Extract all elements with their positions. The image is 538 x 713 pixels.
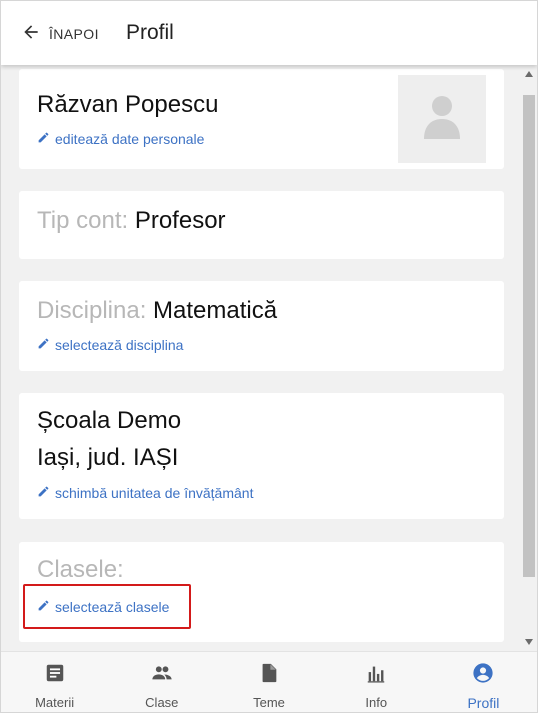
page-title: Profil (126, 21, 174, 44)
arrow-left-icon (21, 22, 41, 47)
select-classes-label: selectează clasele (55, 599, 170, 615)
personal-card: Răzvan Popescu editează date personale (19, 69, 504, 169)
bottom-nav: Materii Clase Teme Info Profil (1, 651, 537, 712)
scroll-up-arrow-icon[interactable] (525, 71, 533, 77)
pencil-icon (37, 337, 55, 353)
back-button[interactable]: ÎNAPOI (21, 21, 99, 47)
user-name: Răzvan Popescu (37, 91, 219, 118)
select-discipline-link[interactable]: selectează disciplina (37, 337, 183, 353)
discipline-value: Matematică (153, 297, 278, 324)
discipline-card: Disciplina: Matematică selectează discip… (19, 281, 504, 371)
school-location: Iași, jud. IAȘI (37, 444, 179, 471)
nav-label: Clase (145, 695, 179, 710)
discipline-label: Disciplina: (37, 297, 147, 324)
app-frame: ÎNAPOI Profil Răzvan Popescu editează da… (0, 0, 538, 713)
scrollbar-thumb[interactable] (523, 95, 535, 577)
edit-personal-link[interactable]: editează date personale (37, 131, 204, 147)
change-school-link[interactable]: schimbă unitatea de învățământ (37, 485, 253, 501)
avatar[interactable] (398, 75, 486, 163)
nav-item-clase[interactable]: Clase (108, 652, 215, 712)
back-label: ÎNAPOI (49, 26, 99, 42)
school-card: Școala Demo Iași, jud. IAȘI schimbă unit… (19, 393, 504, 519)
profile-content[interactable]: Răzvan Popescu editează date personale T… (1, 65, 537, 651)
nav-label: Teme (253, 695, 285, 710)
account-type: Tip cont: Profesor (37, 207, 226, 235)
school-name: Școala Demo (37, 407, 182, 434)
nav-label: Profil (467, 695, 500, 711)
change-school-label: schimbă unitatea de învățământ (55, 485, 254, 501)
nav-label: Materii (35, 695, 75, 710)
discipline: Disciplina: Matematică (37, 297, 277, 325)
nav-item-teme[interactable]: Teme (215, 652, 322, 712)
pencil-icon (37, 599, 55, 615)
account-type-label: Tip cont: (37, 207, 129, 234)
scrollbar[interactable] (521, 65, 537, 651)
scroll-down-arrow-icon[interactable] (525, 639, 533, 645)
select-discipline-label: selectează disciplina (55, 337, 184, 353)
nav-item-info[interactable]: Info (323, 652, 430, 712)
select-classes-link[interactable]: selectează clasele (37, 599, 169, 615)
people-icon (151, 662, 173, 689)
edit-personal-label: editează date personale (55, 131, 205, 147)
pencil-icon (37, 131, 55, 147)
bar-chart-icon (365, 662, 387, 689)
app-header: ÎNAPOI Profil (1, 1, 537, 65)
book-icon (44, 662, 66, 689)
account-type-value: Profesor (134, 207, 226, 234)
classes-label: Clasele: (37, 556, 124, 583)
classes-card: Clasele: selectează clasele (19, 542, 504, 642)
nav-item-materii[interactable]: Materii (1, 652, 108, 712)
person-icon (422, 95, 462, 144)
account-circle-icon (472, 662, 494, 689)
nav-label: Info (365, 695, 388, 710)
pencil-icon (37, 485, 55, 501)
document-icon (258, 662, 280, 689)
nav-item-profil[interactable]: Profil (430, 652, 537, 712)
account-type-card: Tip cont: Profesor (19, 191, 504, 259)
